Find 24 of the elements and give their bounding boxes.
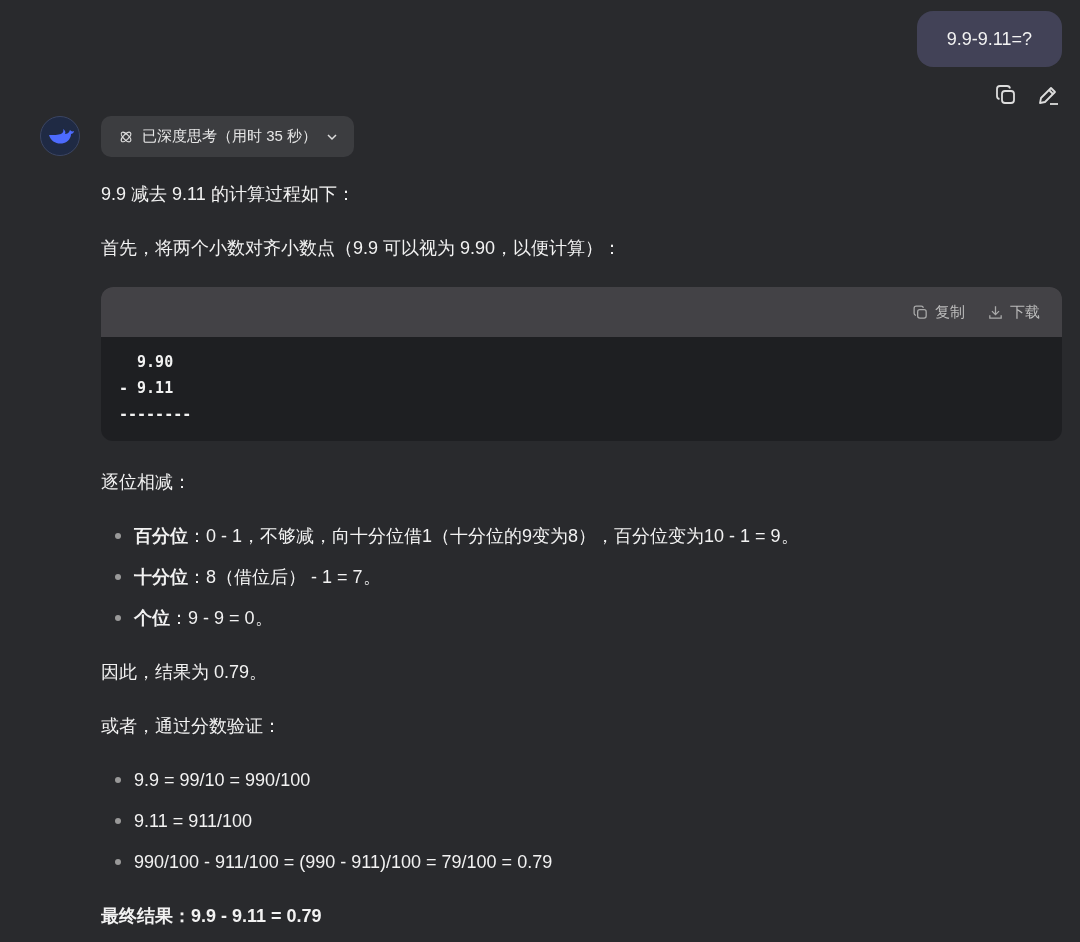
download-button[interactable]: 下载 [987,302,1040,322]
user-message: 9.9-9.11=? [916,11,1062,67]
list-item: 9.9 = 99/10 = 990/100 [134,769,311,792]
answer-paragraph: 或者，通过分数验证： [101,715,282,738]
answer-paragraph: 因此，结果为 0.79。 [101,661,269,684]
copy-button[interactable]: 复制 [912,302,965,322]
code-line: 9.90 [136,352,174,373]
copy-icon [912,303,929,321]
code-line: - 9.11 [119,378,174,399]
copy-icon[interactable] [994,83,1018,107]
list-item: 990/100 - 911/100 = (990 - 911)/100 = 79/100 = 0.79 [134,851,553,874]
atom-icon [119,129,133,144]
code-line: -------- [119,404,192,425]
list-item: 9.11 = 911/100 [134,810,252,833]
download-icon [987,303,1004,321]
answer-paragraph: 逐位相减： [101,471,192,494]
list-item: 个位：9 - 9 = 0。 [134,607,273,630]
answer-paragraph: 首先，将两个小数对齐小数点（9.9 可以视为 9.90，以便计算）： [101,237,623,260]
list-item: 十分位：8（借位后） - 1 = 7。 [134,566,381,589]
answer-paragraph: 9.9 减去 9.11 的计算过程如下： [101,183,356,206]
thinking-toggle[interactable]: 已深度思考（用时 35 秒） [101,116,355,157]
final-result: 最终结果：9.9 - 9.11 = 0.79 [101,905,323,928]
whale-logo-icon [40,116,80,156]
list-item: 百分位：0 - 1，不够减，向十分位借1（十分位的9变为8），百分位变为10 - 1 = 9。 [134,525,799,548]
